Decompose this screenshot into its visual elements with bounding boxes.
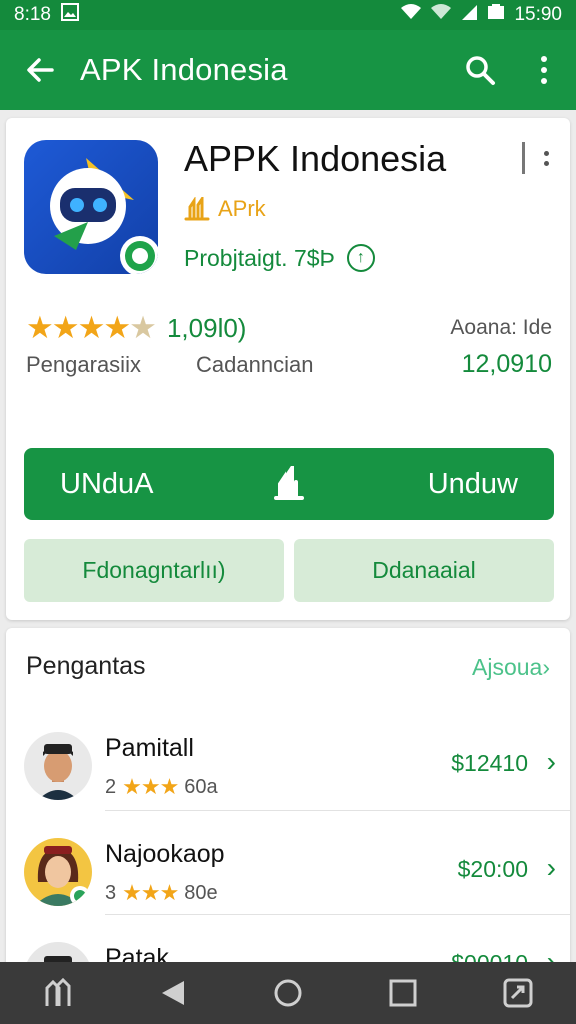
price-row: Probjtaigt. 7$Þ ↑: [184, 244, 375, 272]
list-item-name: Pamitall: [105, 734, 194, 762]
divider: [105, 810, 570, 811]
bookmark-icon: [45, 978, 71, 1006]
nav-back-button[interactable]: [143, 963, 203, 1023]
home-circle-icon: [274, 979, 302, 1007]
price-text: Probjtaigt. 7$Þ: [184, 244, 335, 271]
app-icon: [24, 140, 158, 274]
install-button[interactable]: UNduA Unduw: [24, 448, 554, 520]
list-item-amount: $20:00: [457, 856, 528, 882]
stat-right-value: 12,0910: [461, 350, 552, 378]
install-left-label: UNduA: [60, 467, 154, 500]
avatar: [24, 732, 92, 800]
app-name: APPK Indonesia: [184, 138, 447, 179]
screenshot-icon: [503, 978, 533, 1008]
nav-screenshot-button[interactable]: [488, 963, 548, 1023]
nav-home-app-button[interactable]: [28, 963, 88, 1023]
nav-home-button[interactable]: [258, 963, 318, 1023]
download-hand-icon: [274, 466, 304, 500]
list-item[interactable]: Pamitall 2 ★★★ 60a $12410 ›: [6, 710, 570, 815]
list-item-amount: $12410: [451, 750, 528, 776]
list-header: Pengantas: [26, 652, 146, 680]
wifi-icon: [400, 3, 422, 27]
title-divider: [522, 142, 525, 174]
app-detail-card: APPK Indonesia APrk Probjtaigt. 7$Þ ↑ ★★…: [6, 118, 570, 620]
image-icon: [60, 3, 79, 27]
secondary-button-right[interactable]: Ddanaaial: [294, 539, 554, 602]
list-item[interactable]: Najookaop 3 ★★★ 80e $20:00 ›: [6, 816, 570, 921]
status-bar: 8:18 15:90: [0, 0, 576, 30]
more-vert-icon: [541, 56, 547, 84]
developer-badge-icon: [184, 197, 210, 221]
battery-icon: [486, 4, 506, 26]
stat-right-label: Aoana: Ide: [450, 316, 552, 339]
rating-stars-icon: ★★★★★: [26, 310, 157, 345]
system-nav-bar: [0, 962, 576, 1024]
rating-row: ★★★★★ 1,09l0): [26, 310, 246, 346]
back-button[interactable]: [0, 30, 80, 110]
list-item-name: Najookaop: [105, 840, 225, 868]
chevron-right-icon: ›: [546, 746, 556, 777]
card-more-button[interactable]: [536, 140, 556, 176]
info-icon[interactable]: ↑: [346, 244, 375, 272]
stat-label-downloads: Cadanncian: [196, 352, 314, 377]
list-item-meta: 3 ★★★ 80e: [105, 880, 218, 905]
star-icon: ★★★: [122, 774, 179, 799]
app-bar-title: APK Indonesia: [80, 52, 288, 87]
star-icon: ★★★: [122, 880, 179, 905]
recents-square-icon: [389, 979, 417, 1007]
back-triangle-icon: [161, 981, 184, 1005]
stat-label-reviews: Pengarasiix: [26, 352, 141, 377]
search-button[interactable]: [448, 30, 512, 110]
rating-count: 1,09l0): [166, 312, 247, 343]
chevron-right-icon: ›: [546, 852, 556, 883]
list-see-all-label: Ajsoua: [472, 654, 543, 680]
status-time-right: 15:90: [514, 4, 562, 25]
secondary-button-left[interactable]: Fdonagntarlıı): [24, 539, 284, 602]
list-item-meta: 2 ★★★ 60a: [105, 774, 218, 799]
signal-icon: [460, 3, 478, 27]
developer-name: APrk: [218, 196, 266, 221]
developer-link[interactable]: APrk: [184, 196, 266, 222]
avatar: [24, 838, 92, 906]
chevron-right-icon: ›: [542, 654, 550, 680]
search-icon: [466, 56, 495, 85]
nav-recents-button[interactable]: [373, 963, 433, 1023]
status-time-left: 8:18: [14, 4, 51, 25]
list-see-all-link[interactable]: Ajsoua›: [472, 654, 550, 681]
app-bar: APK Indonesia: [0, 30, 576, 110]
divider: [105, 914, 570, 915]
wifi-icon: [430, 3, 452, 27]
more-options-button[interactable]: [512, 30, 576, 110]
back-arrow-icon: [27, 58, 54, 82]
install-right-label: Unduw: [427, 467, 518, 500]
